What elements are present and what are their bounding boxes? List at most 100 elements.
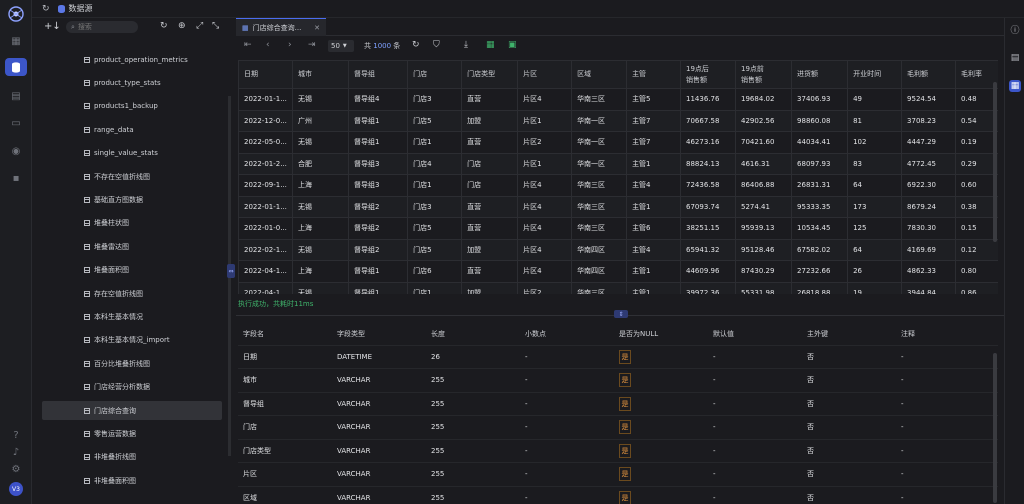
tree-item[interactable]: 零售运营数据: [42, 424, 222, 443]
table-cell[interactable]: 督导组3: [347, 152, 409, 175]
tree-item[interactable]: 堆叠雷达图: [42, 237, 222, 256]
table-cell[interactable]: 4447.29: [901, 131, 956, 154]
table-cell[interactable]: 直营: [461, 88, 519, 111]
schema-row[interactable]: 门店类型 VARCHAR 255- 是 - 否 -: [238, 439, 998, 463]
table-row[interactable]: 2022-01-0... 上海 督导组2 门店5 直营 片区4 华南三区 主管6 38251.1…: [238, 217, 998, 240]
table-cell[interactable]: 主管5: [626, 88, 682, 111]
next-page-icon[interactable]: ›: [288, 40, 292, 50]
table-cell[interactable]: 上海: [291, 217, 349, 240]
column-header[interactable]: 门店: [407, 60, 463, 89]
table-cell[interactable]: 81: [847, 109, 903, 132]
table-cell[interactable]: 2022-04-1...: [238, 260, 293, 283]
table-cell[interactable]: 2022-01-1...: [238, 195, 293, 218]
table-cell[interactable]: 片区4: [517, 217, 573, 240]
table-cell[interactable]: 0.12: [954, 238, 998, 261]
table-cell[interactable]: 主管4: [626, 238, 682, 261]
table-cell[interactable]: 华南三区: [571, 195, 628, 218]
table-cell[interactable]: 督导组2: [347, 217, 409, 240]
tree-item[interactable]: 非堆叠面积图: [42, 471, 222, 490]
table-cell[interactable]: 上海: [291, 174, 349, 197]
table-cell[interactable]: 门店1: [407, 174, 463, 197]
table-cell[interactable]: 2022-05-0...: [238, 131, 293, 154]
help-icon[interactable]: ?: [9, 428, 23, 442]
table-cell[interactable]: 门店5: [407, 238, 463, 261]
table-cell[interactable]: 主管7: [626, 131, 682, 154]
bell-icon[interactable]: ♪: [9, 445, 23, 459]
table-cell[interactable]: 4862.33: [901, 260, 956, 283]
tree-item[interactable]: 本科生基本情况_import: [42, 331, 222, 350]
tab-store-query[interactable]: ▦ 门店综合查询... ✕: [236, 18, 326, 36]
table-cell[interactable]: 3944.84: [901, 281, 956, 294]
table-row[interactable]: 2022-09-1... 上海 督导组3 门店1 门店 片区4 华南三区 主管4 72436.5…: [238, 174, 998, 197]
table-cell[interactable]: 上海: [291, 260, 349, 283]
table-cell[interactable]: 3708.23: [901, 109, 956, 132]
table-cell[interactable]: 44609.96: [680, 260, 737, 283]
table-cell[interactable]: 95333.35: [791, 195, 849, 218]
table-cell[interactable]: 合肥: [291, 152, 349, 175]
locate-icon[interactable]: ⊕: [178, 21, 186, 31]
table-cell[interactable]: 加盟: [461, 238, 519, 261]
table-cell[interactable]: 95128.46: [735, 238, 793, 261]
table-row[interactable]: 2022-05-0... 无锡 督导组1 门店1 直营 片区2 华南一区 主管7 46273.1…: [238, 131, 998, 154]
table-cell[interactable]: 主管1: [626, 152, 682, 175]
page-size-select[interactable]: 50 ▼: [328, 40, 354, 52]
table-cell[interactable]: 华南一区: [571, 152, 628, 175]
table-cell[interactable]: 督导组1: [347, 260, 409, 283]
table-cell[interactable]: 华南四区: [571, 260, 628, 283]
column-header[interactable]: 区域: [571, 60, 628, 89]
table-cell[interactable]: 主管7: [626, 109, 682, 132]
table-cell[interactable]: 无锡: [291, 238, 349, 261]
table-row[interactable]: 2022-01-1... 无锡 督导组2 门店3 直营 片区4 华南三区 主管1 67093.7…: [238, 195, 998, 218]
sheet-export-icon[interactable]: ▣: [508, 40, 517, 50]
table-cell[interactable]: 64: [847, 238, 903, 261]
table-cell[interactable]: 华南四区: [571, 238, 628, 261]
table-cell[interactable]: 直营: [461, 260, 519, 283]
column-header[interactable]: 毛利额: [901, 60, 956, 89]
table-cell[interactable]: 华南三区: [571, 174, 628, 197]
table-cell[interactable]: 门店4: [407, 152, 463, 175]
table-cell[interactable]: 19684.02: [735, 88, 793, 111]
table-cell[interactable]: 直营: [461, 195, 519, 218]
panel-collapse-handle[interactable]: ⇔: [227, 264, 235, 278]
table-cell[interactable]: 125: [847, 217, 903, 240]
table-cell[interactable]: 门店3: [407, 195, 463, 218]
table-cell[interactable]: 86406.88: [735, 174, 793, 197]
table-cell[interactable]: 华南一区: [571, 131, 628, 154]
table-cell[interactable]: 无锡: [291, 88, 349, 111]
table-cell[interactable]: 门店: [461, 152, 519, 175]
table-cell[interactable]: 门店5: [407, 109, 463, 132]
table-cell[interactable]: 7830.30: [901, 217, 956, 240]
table-row[interactable]: 2022-12-0... 广州 督导组1 门店5 加盟 片区1 华南一区 主管7 70667.5…: [238, 109, 998, 132]
table-cell[interactable]: 55331.98: [735, 281, 793, 294]
table-cell[interactable]: 无锡: [291, 281, 349, 294]
settings-icon[interactable]: ⚙: [9, 462, 23, 476]
table-cell[interactable]: 9524.54: [901, 88, 956, 111]
table-cell[interactable]: 6922.30: [901, 174, 956, 197]
filter-icon[interactable]: ⛉: [433, 40, 440, 50]
table-cell[interactable]: 2022-09-1...: [238, 174, 293, 197]
table-cell[interactable]: 26: [847, 260, 903, 283]
table-cell[interactable]: 督导组4: [347, 88, 409, 111]
table-cell[interactable]: 67582.02: [791, 238, 849, 261]
schema-row[interactable]: 城市 VARCHAR 255- 是 - 否 -: [238, 368, 998, 393]
table-cell[interactable]: 42902.56: [735, 109, 793, 132]
table-cell[interactable]: 11436.76: [680, 88, 737, 111]
dashboard-icon[interactable]: ▦: [9, 34, 23, 48]
table-cell[interactable]: 37406.93: [791, 88, 849, 111]
table-cell[interactable]: 门店3: [407, 88, 463, 111]
tree-item[interactable]: products1_backup: [42, 97, 222, 116]
table-cell[interactable]: 95939.13: [735, 217, 793, 240]
schema-scrollbar[interactable]: [993, 353, 997, 503]
tree-item[interactable]: 堆叠面积图: [42, 261, 222, 280]
table-cell[interactable]: 2022-01-0...: [238, 217, 293, 240]
search-box[interactable]: ⌕: [66, 21, 138, 33]
table-cell[interactable]: 直营: [461, 131, 519, 154]
prev-page-icon[interactable]: ‹: [266, 40, 270, 50]
table-cell[interactable]: 门店5: [407, 217, 463, 240]
table-cell[interactable]: 片区4: [517, 195, 573, 218]
table-cell[interactable]: 直营: [461, 217, 519, 240]
table-cell[interactable]: 98860.08: [791, 109, 849, 132]
folder-icon[interactable]: ▭: [9, 116, 23, 130]
table-cell[interactable]: 4772.45: [901, 152, 956, 175]
expand-icon[interactable]: ⤢: [196, 21, 203, 31]
